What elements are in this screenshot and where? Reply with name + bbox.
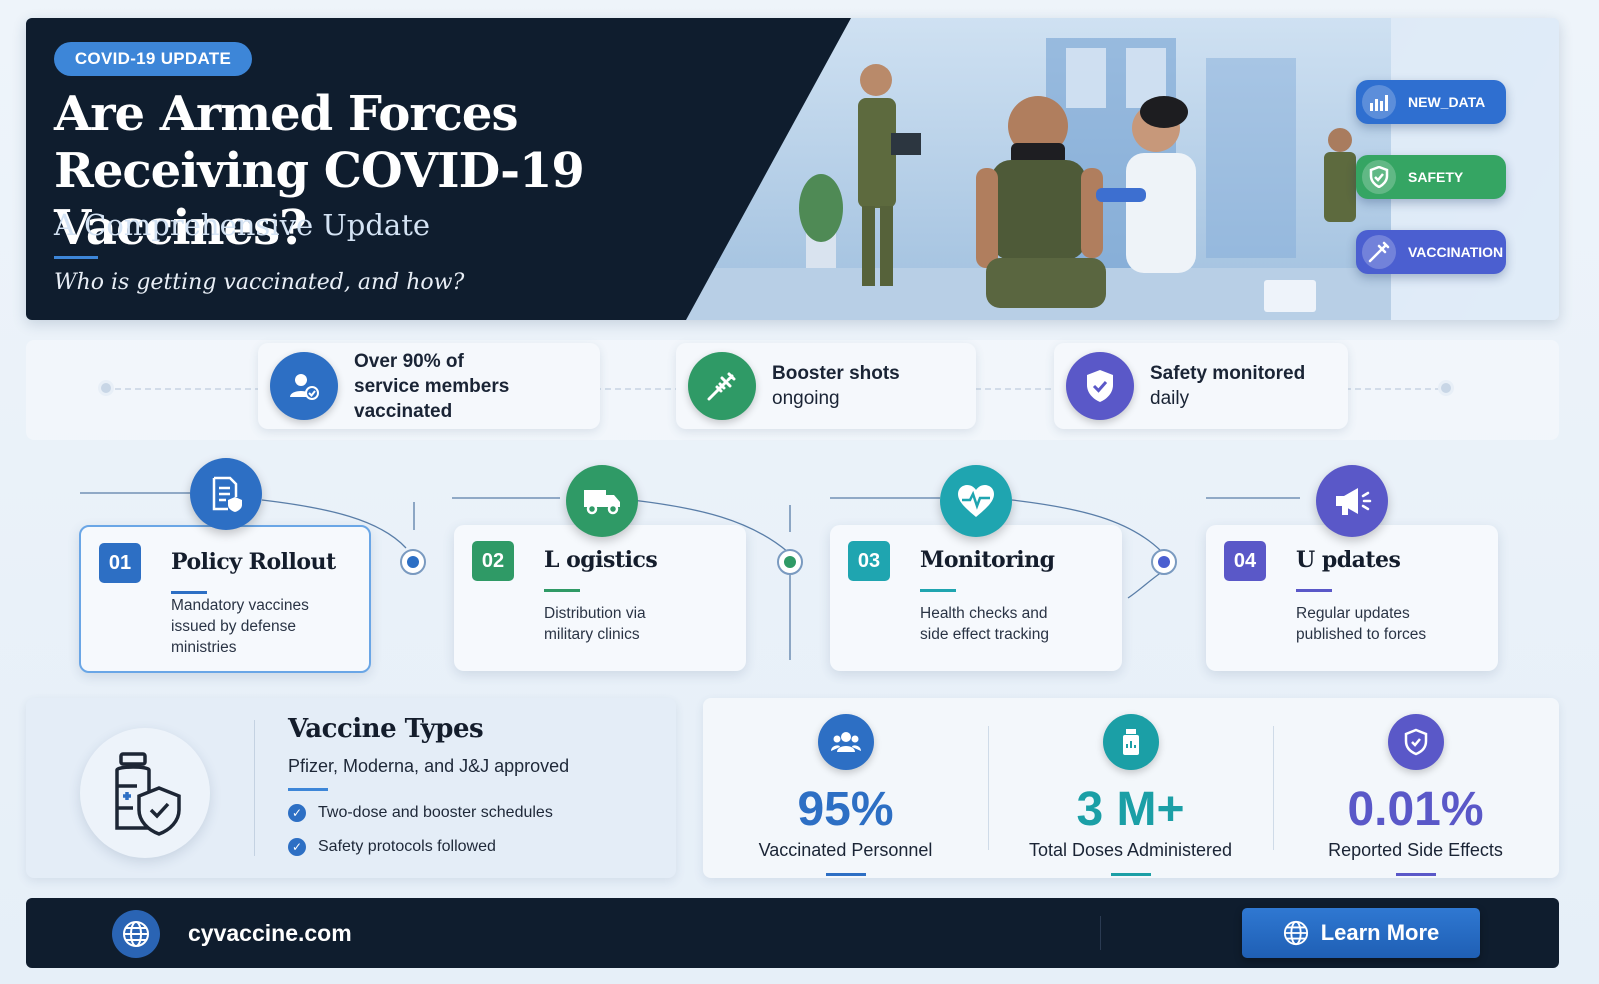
metric-rule <box>1110 873 1151 876</box>
metric-rule <box>825 873 866 876</box>
highlight-line-1: Booster shots <box>772 363 900 384</box>
metric-label: Total Doses Administered <box>1028 840 1233 860</box>
title-line-1: Are Armed Forces <box>54 86 518 142</box>
tag-label: VACCINATION <box>1408 244 1504 260</box>
metric-value: 3 M+ <box>1076 783 1185 836</box>
tag-safety[interactable]: SAFETY <box>1356 155 1506 199</box>
vaccine-types-panel: Vaccine Types Pfizer, Moderna, and J&J a… <box>26 698 676 878</box>
step-title: Monitoring <box>920 547 1055 573</box>
check-icon: ✓ <box>288 838 306 856</box>
highlight-line-1: Over 90% of <box>354 350 464 372</box>
step-number: 01 <box>99 543 141 583</box>
step-connector-node-3 <box>1151 549 1177 575</box>
metric-label: Vaccinated Personnel <box>758 840 933 860</box>
highlight-text: Safety monitored daily <box>1150 361 1305 411</box>
covid-update-badge: COVID-19 UPDATE <box>54 42 252 76</box>
step-card-monitoring[interactable]: 03 Monitoring Health checks and side eff… <box>830 525 1122 671</box>
step-number: 04 <box>1224 541 1266 581</box>
people-icon <box>817 714 874 770</box>
vaccine-types-rule <box>288 788 328 791</box>
metric-vaccinated-personnel: 95% Vaccinated Personnel <box>703 698 988 878</box>
step-card-updates[interactable]: 04 U pdates Regular updates published to… <box>1206 525 1498 671</box>
footer-divider <box>1100 916 1101 950</box>
step-description: Distribution via military clinics <box>544 605 646 643</box>
shield-check-icon <box>1066 352 1134 420</box>
step-number: 03 <box>848 541 890 581</box>
step-title-rule <box>544 589 580 592</box>
step-number: 02 <box>472 541 514 581</box>
step-title-rule <box>920 589 956 592</box>
truck-icon <box>566 465 638 537</box>
subtitle-divider <box>54 256 98 259</box>
strip-endpoint-left <box>98 380 114 396</box>
step-title-rule <box>171 591 207 594</box>
step-title: L ogistics <box>544 547 658 573</box>
step-title-rule <box>1296 589 1332 592</box>
highlight-text: Booster shots ongoing <box>772 361 900 411</box>
vaccine-types-divider <box>254 720 255 856</box>
vaccine-types-subtitle: Pfizer, Moderna, and J&J approved <box>288 756 570 776</box>
checklist-item: ✓ Two-dose and booster schedules <box>288 804 553 822</box>
metric-label: Reported Side Effects <box>1328 840 1503 860</box>
step-description: Regular updates published to forces <box>1296 605 1427 643</box>
syringe-icon <box>1362 235 1396 269</box>
highlight-line-2: service members vaccinated <box>354 375 510 422</box>
step-description: Health checks and side effect tracking <box>920 605 1049 643</box>
vaccine-types-title: Vaccine Types <box>288 714 484 744</box>
step-card-policy-rollout[interactable]: 01 Policy Rollout Mandatory vaccines iss… <box>79 525 371 673</box>
shield-icon <box>1387 714 1444 770</box>
step-connector-node-2 <box>777 549 803 575</box>
highlight-card-booster: Booster shots ongoing <box>676 343 976 429</box>
checklist-item: ✓ Safety protocols followed <box>288 838 496 856</box>
globe-icon <box>112 910 160 958</box>
strip-endpoint-right <box>1438 380 1454 396</box>
globe-icon <box>1283 920 1308 946</box>
metric-total-doses: 3 M+ Total Doses Administered <box>988 698 1273 878</box>
step-title: Policy Rollout <box>171 549 336 575</box>
learn-more-button[interactable]: Learn More <box>1242 908 1480 958</box>
page-subtitle: A Comprehensive Update <box>54 208 431 242</box>
syringe-icon <box>688 352 756 420</box>
check-icon: ✓ <box>288 804 306 822</box>
metric-side-effects: 0.01% Reported Side Effects <box>1273 698 1558 878</box>
megaphone-icon <box>1316 465 1388 537</box>
website-link[interactable]: cyvaccine.com <box>188 920 352 947</box>
highlight-text: Over 90% of service members vaccinated <box>354 349 600 424</box>
highlight-line-2: ongoing <box>772 388 840 409</box>
vial-icon <box>1102 714 1159 770</box>
highlight-card-safety: Safety monitored daily <box>1054 343 1348 429</box>
learn-more-label: Learn More <box>1320 920 1440 945</box>
vaccine-vial-shield-icon <box>80 728 210 858</box>
user-check-icon <box>270 352 338 420</box>
tag-label: NEW_DATA <box>1408 94 1486 110</box>
heart-pulse-icon <box>940 465 1012 537</box>
highlight-line-1: Safety monitored <box>1150 363 1306 384</box>
highlight-line-2: daily <box>1150 388 1190 409</box>
metric-rule <box>1395 873 1436 876</box>
highlight-card-vaccinated: Over 90% of service members vaccinated <box>258 343 600 429</box>
hero-question: Who is getting vaccinated, and how? <box>54 270 465 295</box>
footer-bar: cyvaccine.com Learn More <box>26 898 1559 968</box>
step-card-logistics[interactable]: 02 L ogistics Distribution via military … <box>454 525 746 671</box>
document-shield-icon <box>190 458 262 530</box>
checklist-item-label: Safety protocols followed <box>318 838 496 855</box>
hero-banner: COVID-19 UPDATE Are Armed Forces Receivi… <box>26 18 1559 320</box>
step-title: U pdates <box>1296 547 1401 573</box>
metric-value: 95% <box>797 783 894 836</box>
metrics-panel: 95% Vaccinated Personnel 3 M+ Total Dose… <box>703 698 1559 878</box>
shield-icon <box>1362 160 1396 194</box>
bar-chart-icon <box>1362 85 1396 119</box>
step-description: Mandatory vaccines issued by defense min… <box>171 597 309 656</box>
tag-label: SAFETY <box>1408 169 1464 185</box>
metric-value: 0.01% <box>1347 783 1484 836</box>
step-connector-node-1 <box>400 549 426 575</box>
tag-vaccination[interactable]: VACCINATION <box>1356 230 1506 274</box>
checklist-item-label: Two-dose and booster schedules <box>318 804 553 821</box>
tag-new-data[interactable]: NEW_DATA <box>1356 80 1506 124</box>
